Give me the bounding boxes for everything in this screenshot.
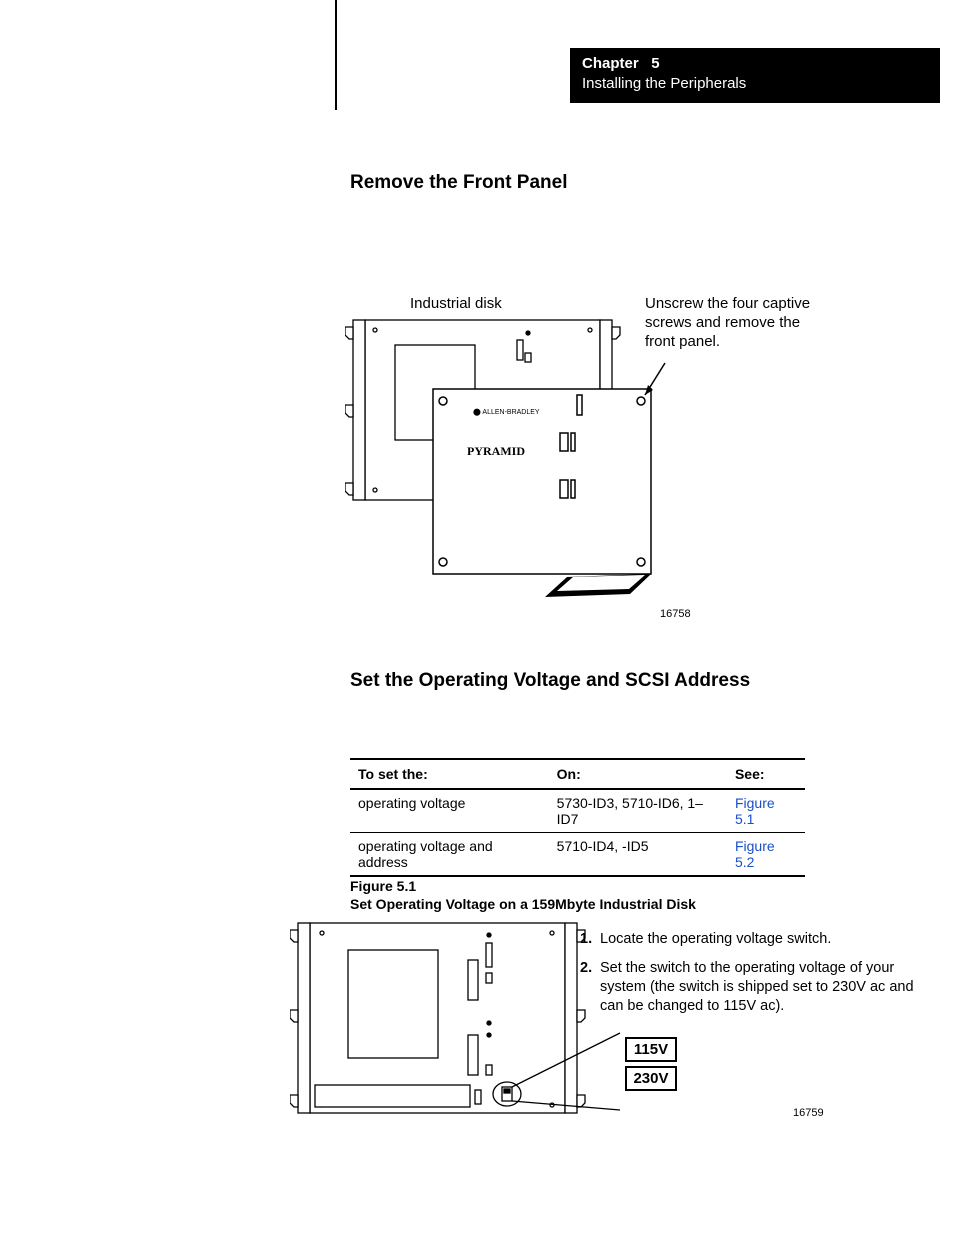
link-figure-5-2[interactable]: Figure 5.2: [727, 833, 805, 877]
cell-on: 5710-ID4, -ID5: [549, 833, 727, 877]
cell-to-set: operating voltage: [350, 789, 549, 833]
label-industrial-disk: Industrial disk: [410, 295, 502, 312]
voltage-115v: 115V: [625, 1037, 677, 1062]
step-number: 1.: [580, 930, 600, 949]
cell-on: 5730-ID3, 5710-ID6, 1–ID7: [549, 789, 727, 833]
chapter-number: 5: [651, 55, 659, 72]
figure-5-1-steps: 1. Locate the operating voltage switch. …: [580, 930, 920, 1025]
step-text: Set the switch to the operating voltage …: [600, 959, 920, 1016]
th-on: On:: [549, 759, 727, 789]
figure-id-16759: 16759: [793, 1107, 824, 1119]
heading-set-voltage-scsi: Set the Operating Voltage and SCSI Addre…: [350, 670, 750, 692]
chapter-label: Chapter: [582, 55, 639, 72]
step-2: 2. Set the switch to the operating volta…: [580, 959, 920, 1016]
voltage-scsi-table: To set the: On: See: operating voltage 5…: [350, 758, 805, 877]
th-to-set: To set the:: [350, 759, 549, 789]
table-row: operating voltage 5730-ID3, 5710-ID6, 1–…: [350, 789, 805, 833]
figure-5-1-caption: Figure 5.1 Set Operating Voltage on a 15…: [350, 877, 696, 913]
th-see: See:: [727, 759, 805, 789]
step-text: Locate the operating voltage switch.: [600, 930, 920, 949]
voltage-230v: 230V: [625, 1066, 677, 1091]
cell-to-set: operating voltage and address: [350, 833, 549, 877]
voltage-switch-closeup: 115V 230V: [625, 1037, 677, 1095]
figure-title: Set Operating Voltage on a 159Mbyte Indu…: [350, 896, 696, 912]
heading-remove-front-panel: Remove the Front Panel: [350, 172, 568, 194]
link-figure-5-1[interactable]: Figure 5.1: [727, 789, 805, 833]
chapter-subtitle: Installing the Peripherals: [582, 75, 746, 92]
table-row: operating voltage and address 5710-ID4, …: [350, 833, 805, 877]
figure-label: Figure 5.1: [350, 878, 416, 894]
step-1: 1. Locate the operating voltage switch.: [580, 930, 920, 949]
figure-remove-front-panel: ⬤ ALLEN-BRADLEY PYRAMID: [345, 315, 695, 635]
chapter-header: Chapter 5 Installing the Peripherals: [570, 48, 940, 103]
brand-pyramid: PYRAMID: [467, 444, 525, 458]
step-number: 2.: [580, 959, 600, 1016]
brand-allen-bradley: ⬤ ALLEN-BRADLEY: [473, 408, 540, 416]
figure-id-16758: 16758: [660, 608, 691, 620]
